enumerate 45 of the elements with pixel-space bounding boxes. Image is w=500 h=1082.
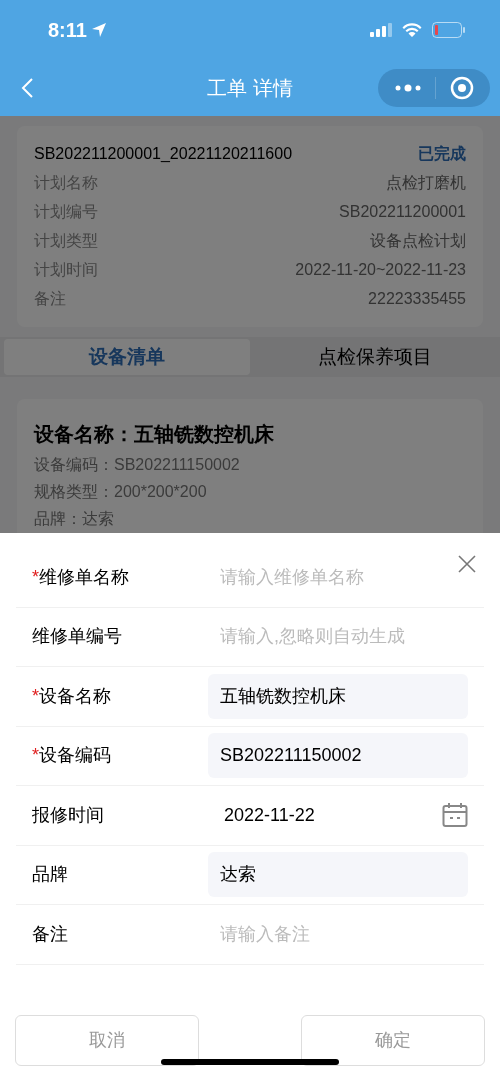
location-arrow-icon (90, 22, 107, 38)
field-value: SB202211200001 (339, 201, 466, 222)
wifi-icon (402, 23, 422, 37)
field-label: 计划时间 (34, 259, 98, 280)
readonly-field: SB202211150002 (208, 733, 468, 779)
device-title: 设备名称：五轴铣数控机床 (34, 422, 275, 447)
field-label: 备注 (32, 922, 68, 946)
battery-icon (432, 22, 466, 38)
back-icon[interactable] (20, 77, 34, 99)
input-field[interactable]: 请输入,忽略则自动生成 (208, 614, 468, 659)
date-value[interactable]: 2022-11-22 (224, 801, 315, 829)
field-label: 备注 (34, 288, 66, 309)
field-value: 22223335455 (368, 288, 466, 309)
field-label: 报修时间 (32, 803, 104, 827)
device-detail: 规格类型：200*200*200 (34, 482, 208, 502)
device-detail: 品牌：达索 (34, 509, 115, 529)
readonly-field: 五轴铣数控机床 (208, 673, 468, 719)
close-icon[interactable] (458, 555, 476, 573)
more-icon[interactable] (395, 84, 421, 92)
field-label: 品牌 (32, 863, 68, 887)
field-label: 维修单编号 (32, 625, 122, 649)
field-label: 计划编号 (34, 201, 98, 222)
status-time: 8:11 (48, 18, 87, 43)
field-value: 2022-11-20~2022-11-23 (295, 259, 466, 280)
field-label: 计划类型 (34, 230, 98, 251)
tab[interactable]: 设备清单 (4, 339, 250, 375)
field-label: *设备名称 (32, 684, 111, 708)
tab[interactable]: 点检保养项目 (250, 339, 500, 375)
status-label: 已完成 (418, 144, 466, 164)
cancel-button[interactable]: 取消 (15, 1015, 199, 1066)
field-value: 设备点检计划 (370, 230, 466, 251)
field-label: 计划名称 (34, 172, 98, 193)
confirm-button[interactable]: 确定 (301, 1015, 485, 1066)
field-value: 点检打磨机 (386, 172, 466, 193)
page-title: 工单 详情 (207, 76, 293, 101)
calendar-icon[interactable] (442, 802, 468, 829)
close-miniprogram-icon[interactable] (450, 76, 474, 100)
input-field[interactable]: 请输入备注 (208, 912, 468, 957)
device-detail: 设备编码：SB202211150002 (34, 455, 241, 475)
order-code: SB202211200001_20221120211600 (34, 144, 293, 164)
field-label: *设备编码 (32, 744, 111, 768)
input-field[interactable]: 请输入维修单名称 (208, 555, 468, 600)
signal-icon (370, 23, 392, 37)
field-label: *维修单名称 (32, 565, 129, 589)
readonly-field: 达索 (208, 852, 468, 898)
